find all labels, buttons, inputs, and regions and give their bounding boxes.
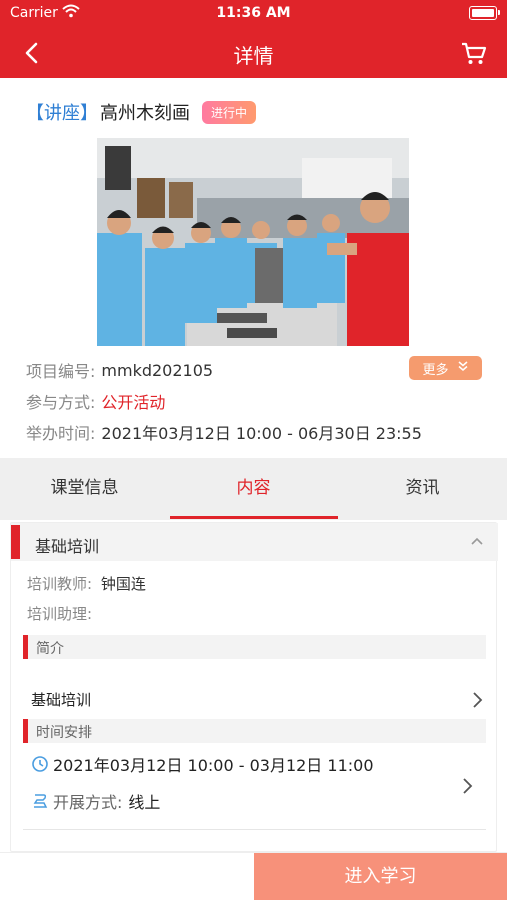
clock-time: 11:36 AM xyxy=(216,5,291,21)
section-accent-bar xyxy=(11,525,20,559)
mode-icon xyxy=(31,792,49,810)
tab-class-info[interactable]: 课堂信息 xyxy=(0,458,169,518)
event-time-value: 2021年03月12日 10:00 - 06月30日 23:55 xyxy=(101,424,422,443)
tab-news[interactable]: 资讯 xyxy=(338,458,507,518)
teacher-label: 培训教师: xyxy=(27,575,93,593)
schedule-accent-bar xyxy=(23,719,28,743)
cart-icon[interactable] xyxy=(459,38,489,68)
bottom-bar: 进入学习 xyxy=(0,852,507,900)
mode-label: 开展方式: xyxy=(53,793,123,812)
section-header[interactable]: 基础培训 xyxy=(11,523,498,561)
teacher-row: 培训教师: 钟国连 xyxy=(27,573,146,594)
status-badge: 进行中 xyxy=(202,100,257,124)
schedule-time-row: 2021年03月12日 10:00 - 03月12日 11:00 xyxy=(31,752,471,776)
event-name: 高州木刻画 xyxy=(100,103,190,124)
project-number: mmkd202105 xyxy=(101,360,214,380)
event-header: 【讲座】 高州木刻画 进行中 项目编号: mmkd202105 更多 参与方式:… xyxy=(0,78,507,458)
join-mode-row: 参与方式: 公开活动 xyxy=(26,389,165,413)
schedule-title: 时间安排 xyxy=(36,725,92,741)
training-card: 基础培训 培训教师: 钟国连 培训助理: 简介 基础培训 时间安排 2021年0… xyxy=(10,522,498,852)
double-chevron-down-icon xyxy=(457,360,469,376)
join-mode-label: 参与方式: xyxy=(26,393,96,412)
mode-value: 线上 xyxy=(128,793,161,812)
clock-icon xyxy=(31,755,49,773)
event-photo xyxy=(97,138,409,346)
teacher-name: 钟国连 xyxy=(100,575,146,593)
assistant-row: 培训助理: xyxy=(27,603,92,624)
navbar: 详情 xyxy=(0,28,507,78)
intro-header: 简介 xyxy=(23,635,486,659)
project-number-label: 项目编号: xyxy=(26,362,96,381)
event-category: 【讲座】 xyxy=(26,103,98,124)
status-bar: Carrier 11:36 AM xyxy=(0,0,507,28)
mode-row: 开展方式: 线上 xyxy=(31,789,471,813)
enter-study-button[interactable]: 进入学习 xyxy=(254,853,507,900)
tab-content[interactable]: 内容 xyxy=(169,458,338,518)
active-tab-indicator xyxy=(170,516,338,519)
event-title-row: 【讲座】 高州木刻画 进行中 xyxy=(26,100,257,124)
assistant-label: 培训助理: xyxy=(27,605,93,623)
card-divider xyxy=(23,829,486,830)
schedule-chevron-right-icon[interactable] xyxy=(460,775,476,797)
chevron-right-icon xyxy=(470,689,486,711)
schedule-time: 2021年03月12日 10:00 - 03月12日 11:00 xyxy=(53,756,374,775)
page-title: 详情 xyxy=(233,44,274,68)
event-time-row: 举办时间: 2021年03月12日 10:00 - 06月30日 23:55 xyxy=(26,420,422,444)
join-mode-value: 公开活动 xyxy=(101,393,166,412)
more-button[interactable]: 更多 xyxy=(409,356,482,380)
intro-text: 基础培训 xyxy=(31,691,92,709)
chevron-up-icon[interactable] xyxy=(468,533,486,551)
section-title: 基础培训 xyxy=(35,537,100,556)
intro-row[interactable]: 基础培训 xyxy=(31,683,486,717)
tab-bar: 课堂信息 内容 资讯 xyxy=(0,458,507,520)
project-number-row: 项目编号: mmkd202105 xyxy=(26,358,213,382)
event-time-label: 举办时间: xyxy=(26,424,96,443)
battery-icon xyxy=(469,6,500,20)
more-label: 更多 xyxy=(422,362,449,378)
intro-title: 简介 xyxy=(36,641,64,657)
schedule-header: 时间安排 xyxy=(23,719,486,743)
intro-accent-bar xyxy=(23,635,28,659)
